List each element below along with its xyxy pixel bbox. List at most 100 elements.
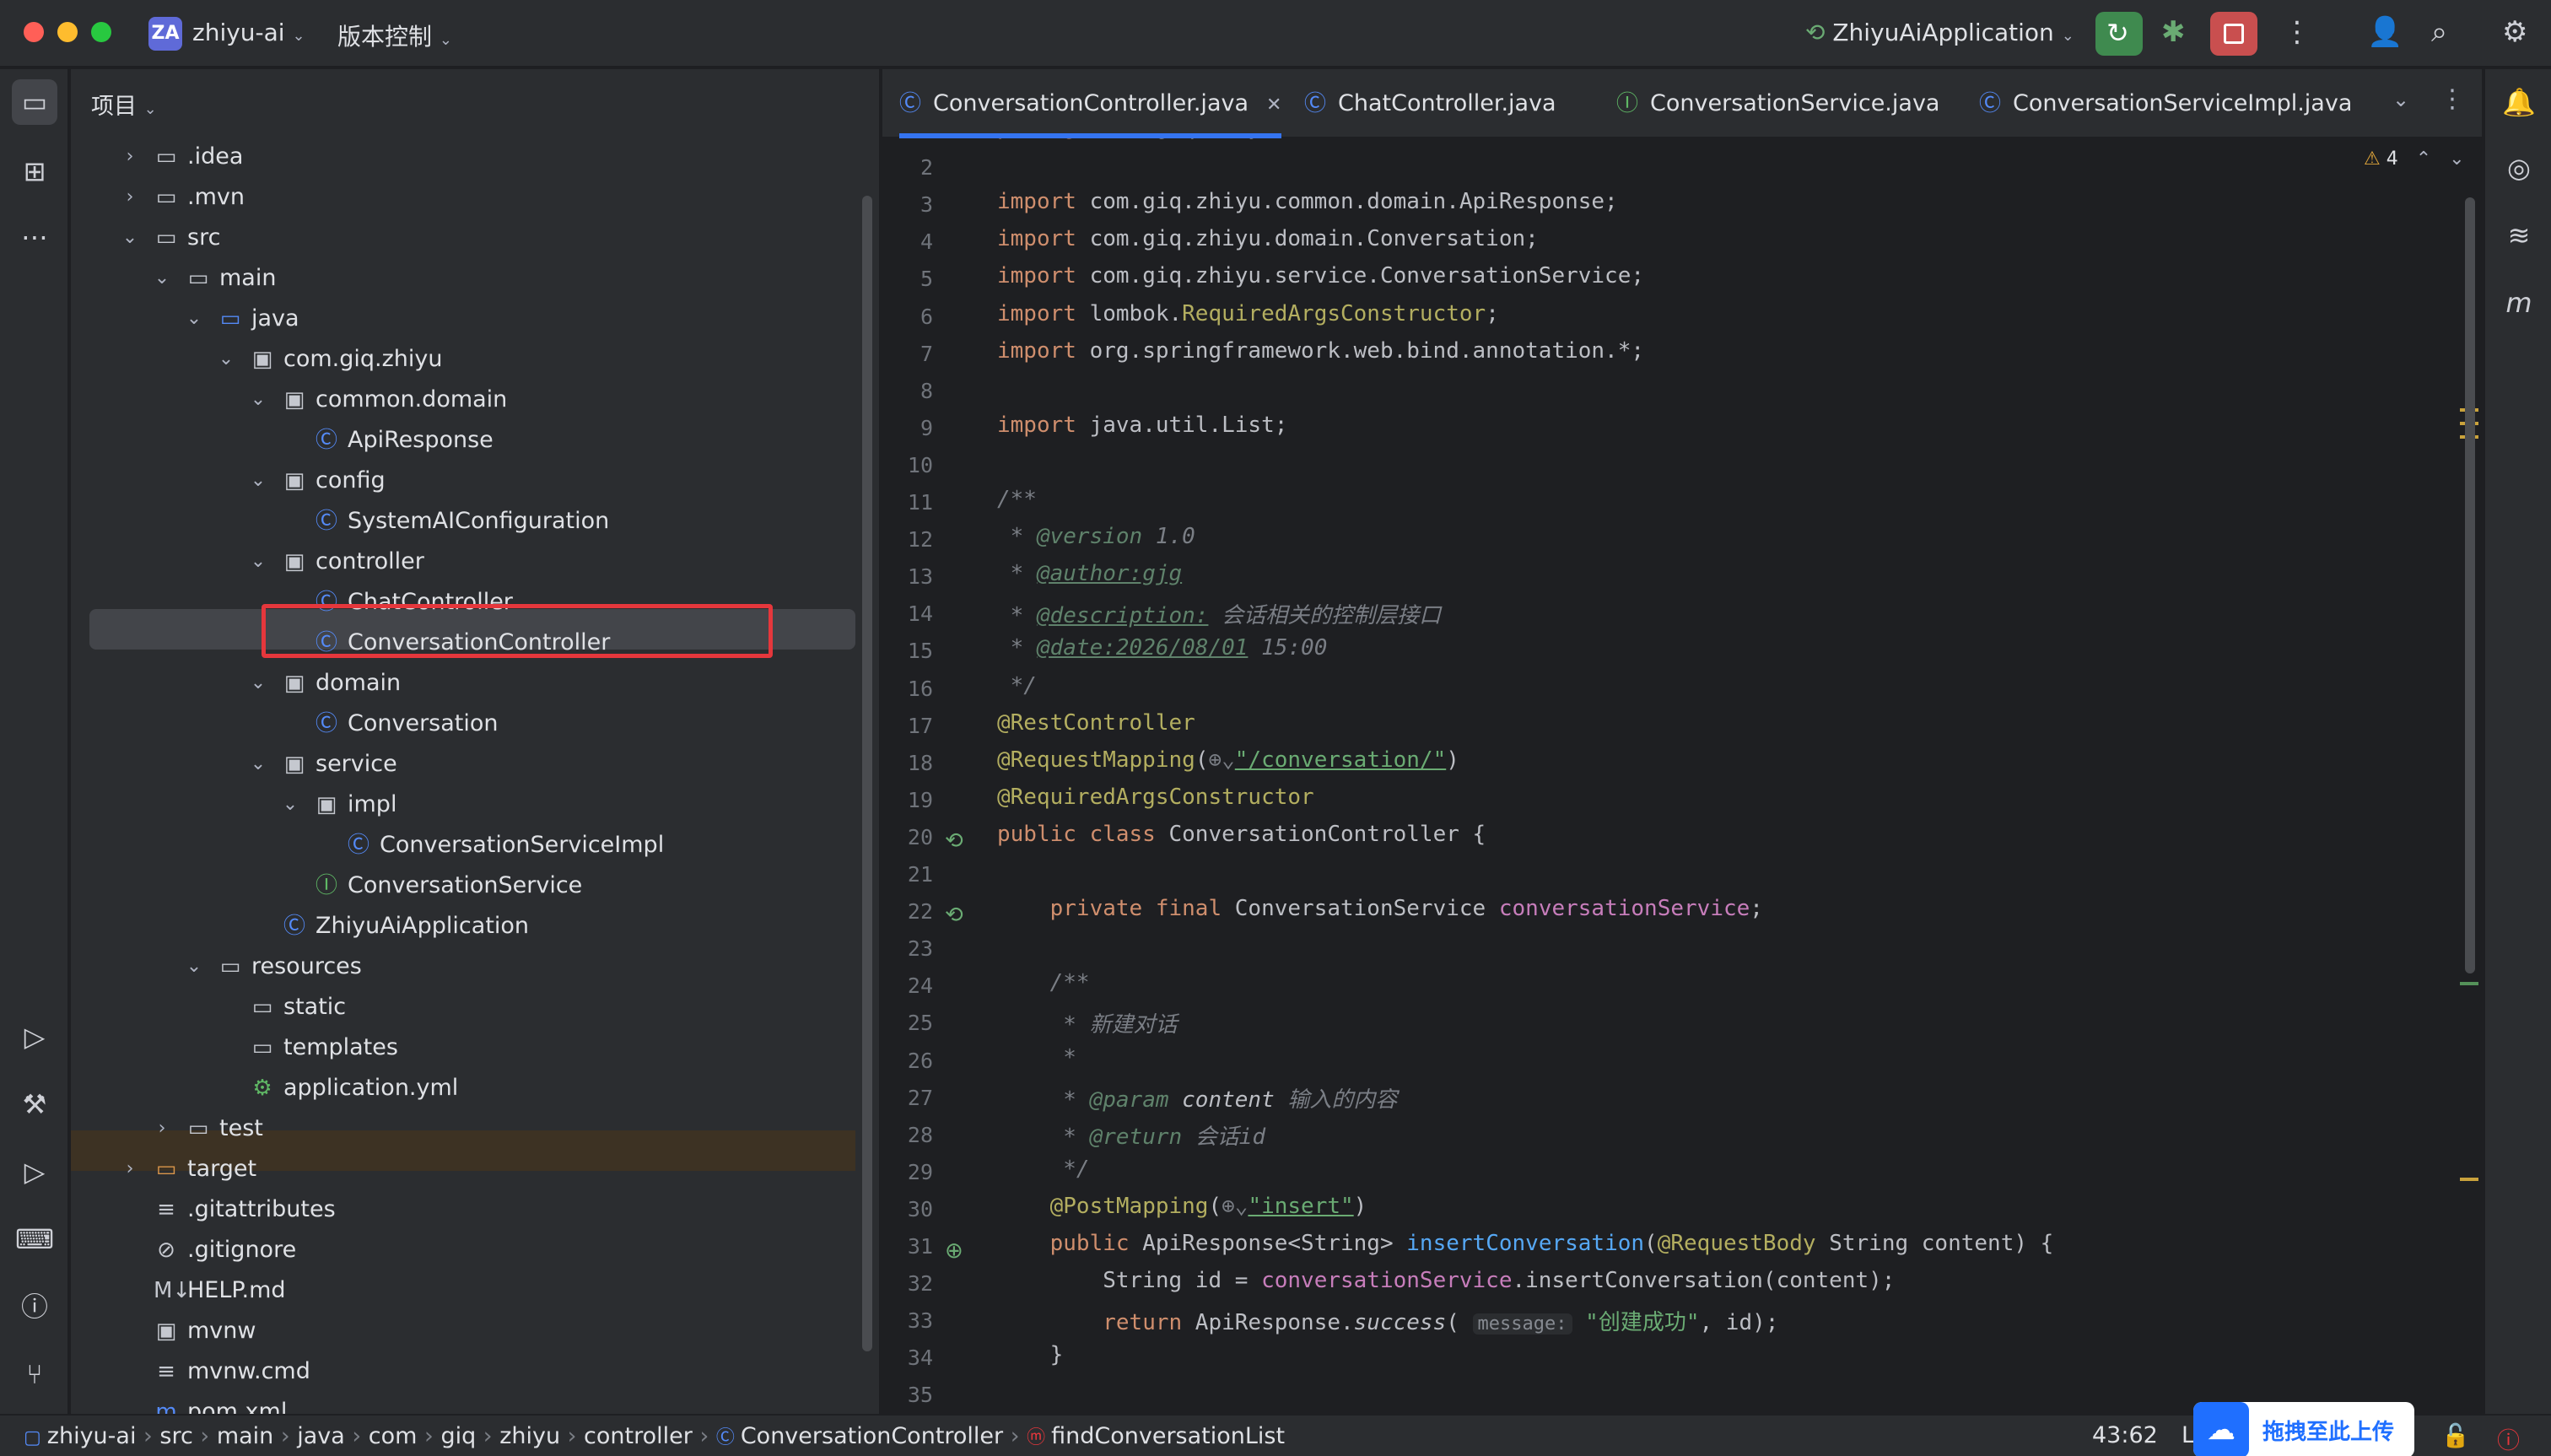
chevron-down-icon[interactable]: ⌄ <box>248 663 268 704</box>
tab-conversationserviceimpl[interactable]: Ⓒ ConversationServiceImpl.java <box>1979 69 2352 138</box>
tree-item[interactable]: Ⓒ Conversation <box>71 704 879 744</box>
breadcrumb-item[interactable]: findConversationList <box>1051 1423 1285 1449</box>
chevron-down-icon[interactable]: ⌄ <box>120 218 140 258</box>
run-config-dropdown[interactable]: ⟲ ZhiyuAiApplication ⌄ <box>1805 19 2074 46</box>
error-indicator-icon[interactable]: ⓘ <box>2497 1422 2520 1455</box>
debug-icon[interactable]: ✱ <box>2161 15 2186 49</box>
tree-item[interactable]: › ▭ test <box>71 1108 879 1149</box>
breadcrumb-item[interactable]: giq <box>440 1423 476 1449</box>
chevron-up-icon[interactable]: ⌃ <box>2416 148 2431 170</box>
error-stripe-mark[interactable] <box>2460 982 2478 985</box>
chevron-down-icon[interactable]: ⌄ <box>184 299 204 339</box>
code-line[interactable]: @PostMapping(⊕⌄"insert") <box>997 1194 1367 1219</box>
tabs-dropdown-icon[interactable]: ⌄ <box>2392 88 2409 111</box>
breadcrumb-item[interactable]: controller <box>584 1423 693 1449</box>
chevron-right-icon[interactable]: › <box>120 177 140 218</box>
tree-item[interactable]: ⌄ ▣ com.giq.zhiyu <box>71 339 879 380</box>
code-line[interactable]: /** <box>997 970 1090 995</box>
breadcrumb-item[interactable]: main <box>217 1423 273 1449</box>
notifications-bell-icon[interactable]: 🔔 <box>2496 79 2542 125</box>
code-line[interactable]: */ <box>997 673 1037 698</box>
project-scrollbar[interactable] <box>862 196 872 1351</box>
project-name-dropdown[interactable]: zhiyu-ai ⌄ <box>192 19 305 46</box>
breadcrumb-item[interactable]: ConversationController <box>741 1423 1003 1449</box>
tree-item[interactable]: Ⓒ ZhiyuAiApplication <box>71 906 879 946</box>
tree-item[interactable]: ⌄ ▭ java <box>71 299 879 339</box>
tree-item[interactable]: ⌄ ▣ service <box>71 744 879 785</box>
spring-bean-gutter-icon[interactable]: ⟲ <box>945 828 963 854</box>
chevron-right-icon[interactable]: › <box>152 1108 172 1149</box>
editor-scrollbar[interactable] <box>2465 197 2475 973</box>
chevron-down-icon[interactable]: ⌄ <box>248 542 268 582</box>
tree-item[interactable]: ⚙ application.yml <box>71 1068 879 1108</box>
code-line[interactable]: @RequestMapping(⊕⌄"/conversation/") <box>997 747 1459 773</box>
chevron-right-icon[interactable]: › <box>120 137 140 177</box>
project-badge[interactable]: ZA <box>148 17 182 51</box>
database-icon[interactable]: ≋ <box>2496 213 2542 258</box>
tree-item[interactable]: ≡ .gitattributes <box>71 1189 879 1230</box>
code-line[interactable]: */ <box>997 1157 1089 1182</box>
tree-item[interactable]: ⌄ ▣ config <box>71 461 879 501</box>
code-line[interactable]: public ApiResponse<String> insertConvers… <box>997 1231 2054 1256</box>
rerun-button[interactable]: ↻ <box>2095 12 2143 56</box>
code-line[interactable]: @RestController <box>997 710 1195 736</box>
tab-chatcontroller[interactable]: Ⓒ ChatController.java <box>1304 69 1556 138</box>
code-line[interactable]: * 新建对话 <box>997 1007 1177 1038</box>
tree-item[interactable]: ▭ static <box>71 987 879 1027</box>
tree-item[interactable]: ⌄ ▣ controller <box>71 542 879 582</box>
tree-item[interactable]: ⌄ ▭ src <box>71 218 879 258</box>
tree-item[interactable]: › ▭ target <box>71 1149 879 1189</box>
code-line[interactable]: import org.springframework.web.bind.anno… <box>997 338 1644 364</box>
breadcrumb-item[interactable]: zhiyu <box>499 1423 560 1449</box>
tree-item[interactable]: m pom.xml <box>71 1392 879 1414</box>
stop-button[interactable] <box>2210 12 2257 56</box>
tree-item[interactable]: ▣ mvnw <box>71 1311 879 1351</box>
code-line[interactable]: return ApiResponse.success( message: "创建… <box>997 1305 1778 1336</box>
code-line[interactable]: import java.util.List; <box>997 413 1287 438</box>
code-line[interactable]: /** <box>997 487 1037 512</box>
code-line[interactable]: import lombok.RequiredArgsConstructor; <box>997 301 1499 326</box>
chevron-down-icon[interactable]: ⌄ <box>184 946 204 987</box>
close-tab-icon[interactable]: ✕ <box>1260 94 1281 116</box>
chevron-down-icon[interactable]: ⌄ <box>248 744 268 785</box>
code-line[interactable]: * @date:2026/08/01 15:00 <box>997 635 1328 661</box>
error-stripe-mark[interactable] <box>2460 1178 2478 1181</box>
tree-item[interactable]: › ▭ .idea <box>71 137 879 177</box>
tree-item[interactable]: ≡ mvnw.cmd <box>71 1351 879 1392</box>
code-line[interactable]: package com.giq.zhiyu.controller; <box>997 138 1433 140</box>
code-line[interactable]: import com.giq.zhiyu.common.domain.ApiRe… <box>997 189 1618 214</box>
project-tool-folder-icon[interactable]: ▭ <box>12 79 57 125</box>
tree-item[interactable]: ▭ templates <box>71 1027 879 1068</box>
chevron-down-icon[interactable]: ⌄ <box>2449 148 2464 170</box>
tree-item[interactable]: ⌄ ▣ domain <box>71 663 879 704</box>
cursor-position[interactable]: 43:62 <box>2092 1422 2158 1448</box>
build-icon[interactable]: ⚒ <box>12 1081 57 1127</box>
lock-icon[interactable]: 🔓 <box>2441 1422 2470 1449</box>
code-line[interactable]: private final ConversationService conver… <box>997 896 1763 921</box>
terminal-icon[interactable]: ⌨ <box>12 1216 57 1262</box>
tree-item[interactable]: M↓ HELP.md <box>71 1270 879 1311</box>
ai-assistant-icon[interactable]: ◎ <box>2496 145 2542 191</box>
tree-item[interactable]: Ⓘ ConversationService <box>71 866 879 906</box>
code-line[interactable]: public class ConversationController { <box>997 822 1486 847</box>
services-icon[interactable]: ▷ <box>12 1014 57 1060</box>
code-editor[interactable]: ⚠ 4 ⌃ ⌄ 1 package com.giq.zhiyu.controlle… <box>882 138 2482 1414</box>
code-line[interactable]: import com.giq.zhiyu.service.Conversatio… <box>997 263 1644 289</box>
tabs-more-icon[interactable]: ⋮ <box>2440 84 2465 114</box>
more-tools-icon[interactable]: ⋯ <box>12 214 57 260</box>
tree-item[interactable]: ⌄ ▣ impl <box>71 785 879 825</box>
chevron-down-icon[interactable]: ⌄ <box>280 785 300 825</box>
tree-item[interactable]: Ⓒ ApiResponse <box>71 420 879 461</box>
breadcrumb-item[interactable]: java <box>297 1423 345 1449</box>
endpoint-gutter-icon[interactable]: ⊕ <box>945 1238 963 1264</box>
close-window-button[interactable] <box>24 22 44 42</box>
zoom-window-button[interactable] <box>91 22 111 42</box>
tree-item[interactable]: ⌄ ▭ resources <box>71 946 879 987</box>
tree-item[interactable]: › ▭ .mvn <box>71 177 879 218</box>
problems-icon[interactable]: ⓘ <box>12 1284 57 1329</box>
tree-item[interactable]: Ⓒ ConversationServiceImpl <box>71 825 879 866</box>
tree-item[interactable]: ⌄ ▣ common.domain <box>71 380 879 420</box>
upload-drop-zone[interactable]: ☁ 拖拽至此上传 <box>2193 1402 2414 1456</box>
chevron-down-icon[interactable]: ⌄ <box>152 258 172 299</box>
code-line[interactable]: * <box>997 1045 1076 1070</box>
